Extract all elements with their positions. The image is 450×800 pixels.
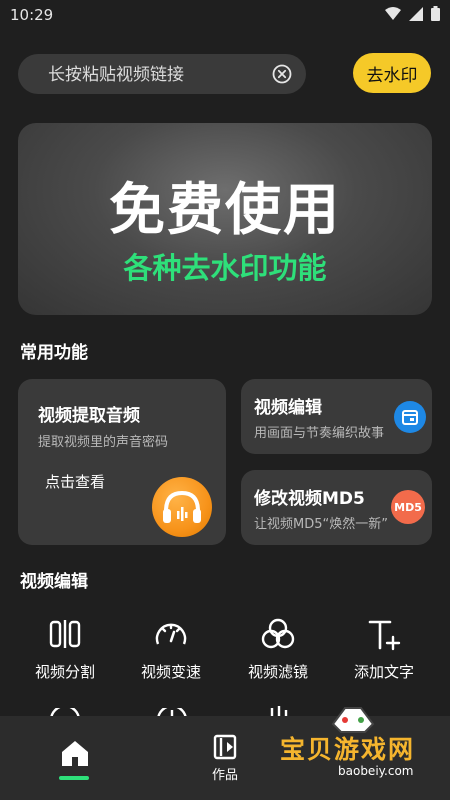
home-icon xyxy=(62,741,88,766)
watermark-text: 宝贝游戏网 xyxy=(280,735,416,764)
tool-add-text[interactable]: 添加文字 xyxy=(339,617,429,682)
tool-label: 视频变速 xyxy=(140,663,201,681)
extract-audio-desc: 提取视频里的声音密码 xyxy=(38,435,169,450)
split-icon xyxy=(49,620,81,648)
battery-icon xyxy=(431,6,440,21)
site-watermark: 宝贝游戏网 baobeiy.com xyxy=(268,702,438,792)
status-icons xyxy=(385,6,440,21)
nav-works-label: 作品 xyxy=(211,768,238,783)
tool-video-speed[interactable]: 视频变速 xyxy=(126,617,216,682)
nav-works[interactable]: 作品 xyxy=(200,734,250,794)
calendar-icon xyxy=(394,401,426,433)
filter-icon xyxy=(261,618,295,649)
modify-md5-title: 修改视频MD5 xyxy=(254,489,365,509)
nav-active-indicator xyxy=(59,776,89,780)
promo-banner[interactable]: 免费使用 各种去水印功能 xyxy=(18,123,432,315)
tool-video-split[interactable]: 视频分割 xyxy=(20,617,110,682)
md5-badge: MD5 xyxy=(391,490,425,524)
headphones-icon xyxy=(152,477,212,537)
view-link[interactable]: 点击查看 xyxy=(45,471,105,492)
add-text-icon xyxy=(368,620,401,651)
works-icon xyxy=(213,734,237,760)
video-edit-card-desc: 用画面与节奏编织故事 xyxy=(254,426,385,441)
wifi-icon xyxy=(385,6,401,20)
extract-audio-title: 视频提取音频 xyxy=(38,406,140,426)
tool-label: 添加文字 xyxy=(353,663,414,681)
status-bar: 10:29 xyxy=(0,0,450,32)
banner-subtitle: 各种去水印功能 xyxy=(123,251,327,285)
tool-video-filter[interactable]: 视频滤镜 xyxy=(233,617,323,682)
search-input[interactable] xyxy=(46,54,270,96)
extract-audio-card[interactable]: 视频提取音频 提取视频里的声音密码 点击查看 xyxy=(18,379,226,545)
video-edit-card-title: 视频编辑 xyxy=(254,398,322,418)
modify-md5-card[interactable]: 修改视频MD5 让视频MD5“焕然一新” MD5 xyxy=(241,470,432,545)
status-time: 10:29 xyxy=(10,6,54,24)
modify-md5-desc: 让视频MD5“焕然一新” xyxy=(254,517,388,532)
tool-label: 视频分割 xyxy=(34,663,95,681)
tool-label: 视频滤镜 xyxy=(247,663,308,681)
clear-icon[interactable] xyxy=(272,64,292,84)
common-features-title: 常用功能 xyxy=(20,343,88,363)
banner-title: 免费使用 xyxy=(109,178,341,243)
speed-icon xyxy=(155,623,187,645)
watermark-url: baobeiy.com xyxy=(338,764,414,778)
video-edit-card[interactable]: 视频编辑 用画面与节奏编织故事 xyxy=(241,379,432,454)
remove-watermark-button[interactable]: 去水印 xyxy=(353,53,431,93)
signal-icon xyxy=(409,6,423,21)
video-edit-section-title: 视频编辑 xyxy=(20,572,88,592)
nav-home[interactable] xyxy=(50,734,100,794)
search-box[interactable] xyxy=(18,54,306,96)
